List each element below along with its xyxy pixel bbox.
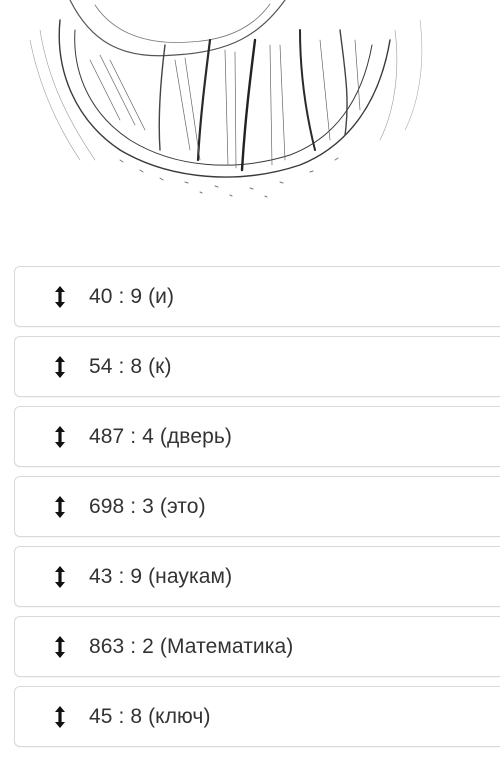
list-item[interactable]: 698 : 3 (это): [14, 476, 500, 537]
list-item[interactable]: 863 : 2 (Математика): [14, 616, 500, 677]
vertical-double-arrow-icon[interactable]: [50, 494, 70, 520]
list-item[interactable]: 40 : 9 (и): [14, 266, 500, 327]
list-item[interactable]: 43 : 9 (наукам): [14, 546, 500, 607]
vertical-double-arrow-icon[interactable]: [50, 634, 70, 660]
sortable-list: 40 : 9 (и) 54 : 8 (к) 487 : 4 (дверь) 69…: [14, 266, 500, 756]
list-item-label: 40 : 9 (и): [89, 284, 175, 308]
list-item-label: 863 : 2 (Математика): [89, 634, 294, 658]
list-item-label: 45 : 8 (ключ): [89, 704, 211, 728]
list-item[interactable]: 487 : 4 (дверь): [14, 406, 500, 467]
portrait-engraving: [29, 0, 423, 198]
vertical-double-arrow-icon[interactable]: [50, 564, 70, 590]
list-item[interactable]: 54 : 8 (к): [14, 336, 500, 397]
list-item-label: 43 : 9 (наукам): [89, 564, 233, 588]
list-item-label: 54 : 8 (к): [89, 354, 172, 378]
list-item[interactable]: 45 : 8 (ключ): [14, 686, 500, 747]
list-item-label: 487 : 4 (дверь): [89, 424, 233, 448]
list-item-label: 698 : 3 (это): [89, 494, 206, 518]
vertical-double-arrow-icon[interactable]: [50, 354, 70, 380]
vertical-double-arrow-icon[interactable]: [50, 704, 70, 730]
vertical-double-arrow-icon[interactable]: [50, 284, 70, 310]
vertical-double-arrow-icon[interactable]: [50, 424, 70, 450]
